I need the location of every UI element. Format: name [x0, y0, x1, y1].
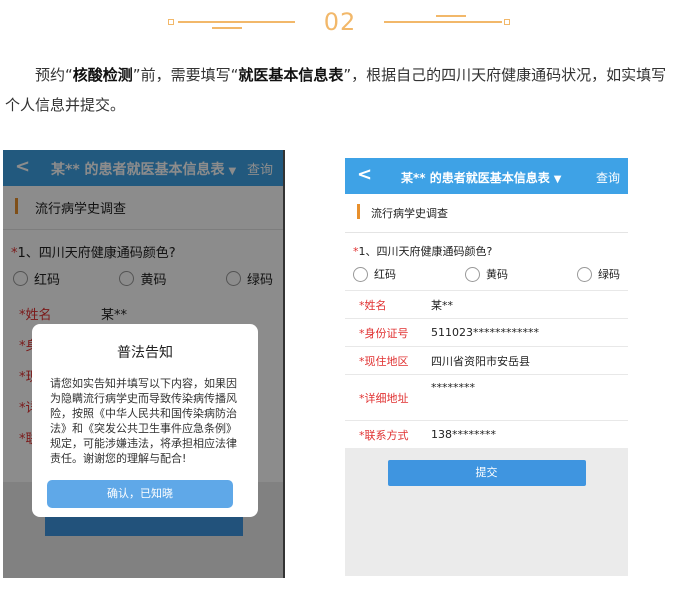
- chevron-down-icon: ▼: [553, 174, 562, 185]
- field-value: ********: [431, 381, 475, 394]
- step-number: 02: [323, 8, 357, 36]
- page-title[interactable]: 某** 的患者就医基本信息表 ▼: [401, 169, 561, 186]
- radio-icon: [353, 266, 368, 282]
- legal-notice-dialog: 普法告知 请您如实告知并填写以下内容，如果因为隐瞒流行病学史而导致传染病传播风险…: [32, 324, 258, 517]
- confirm-button[interactable]: 确认，已知晓: [47, 480, 233, 508]
- submit-button[interactable]: 提交: [387, 460, 586, 486]
- decor-dot-left: [168, 19, 174, 25]
- left-phone-screenshot: < 某** 的患者就医基本信息表 ▼ 查询 流行病学史调查 *1、四川天府健康通码…: [3, 150, 285, 578]
- decor-line-left: [178, 21, 295, 23]
- decor-short-left: [212, 27, 242, 29]
- emphasis-form-name: 就医基本信息表: [238, 66, 344, 84]
- bottom-area: 提交: [345, 460, 628, 486]
- field-address[interactable]: *详细地址 ********: [345, 374, 628, 420]
- form-sheet: 流行病学史调查 *1、四川天府健康通码颜色? 红码 黄码 绿码 *姓名 某** *…: [345, 194, 628, 448]
- field-contact[interactable]: *联系方式 138********: [345, 420, 628, 448]
- right-phone-screenshot: < 某** 的患者就医基本信息表 ▼ 查询 流行病学史调查 *1、四川天府健康通码…: [345, 158, 628, 576]
- field-value: 138********: [431, 428, 496, 441]
- field-id-number[interactable]: *身份证号 511023************: [345, 318, 628, 346]
- section-title: 流行病学史调查: [345, 194, 628, 233]
- decor-dot-right: [504, 19, 510, 25]
- step-header: 02: [0, 8, 680, 36]
- tutorial-page: 02 预约“核酸检测”前，需要填写“就医基本信息表”，根据自己的四川天府健康通码…: [0, 0, 680, 604]
- field-value: 四川省资阳市安岳县: [431, 354, 530, 368]
- field-value: 某**: [431, 298, 453, 312]
- top-bar: < 某** 的患者就医基本信息表 ▼ 查询: [345, 158, 628, 194]
- back-arrow-icon[interactable]: <: [357, 164, 372, 185]
- intro-text: 预约“核酸检测”前，需要填写“就医基本信息表”，根据自己的四川天府健康通码状况，…: [5, 66, 667, 114]
- option-yellow[interactable]: 黄码: [465, 266, 508, 282]
- option-green[interactable]: 绿码: [577, 266, 620, 282]
- decor-short-right: [436, 15, 466, 17]
- query-button[interactable]: 查询: [596, 169, 620, 186]
- dialog-body: 请您如实告知并填写以下内容，如果因为隐瞒流行病学史而导致传染病传播风险，按照《中…: [50, 377, 237, 465]
- field-region[interactable]: *现住地区 四川省资阳市安岳县: [345, 346, 628, 374]
- question-label: *1、四川天府健康通码颜色?: [353, 245, 493, 258]
- field-value: 511023************: [431, 326, 539, 339]
- dialog-title: 普法告知: [117, 345, 173, 361]
- color-options: 红码 黄码 绿码: [345, 262, 628, 290]
- decor-line-right: [384, 21, 502, 23]
- radio-icon: [465, 266, 480, 282]
- radio-icon: [577, 266, 592, 282]
- option-red[interactable]: 红码: [353, 266, 396, 282]
- field-name[interactable]: *姓名 某**: [345, 290, 628, 318]
- emphasis-nucleic-test: 核酸检测: [72, 66, 133, 84]
